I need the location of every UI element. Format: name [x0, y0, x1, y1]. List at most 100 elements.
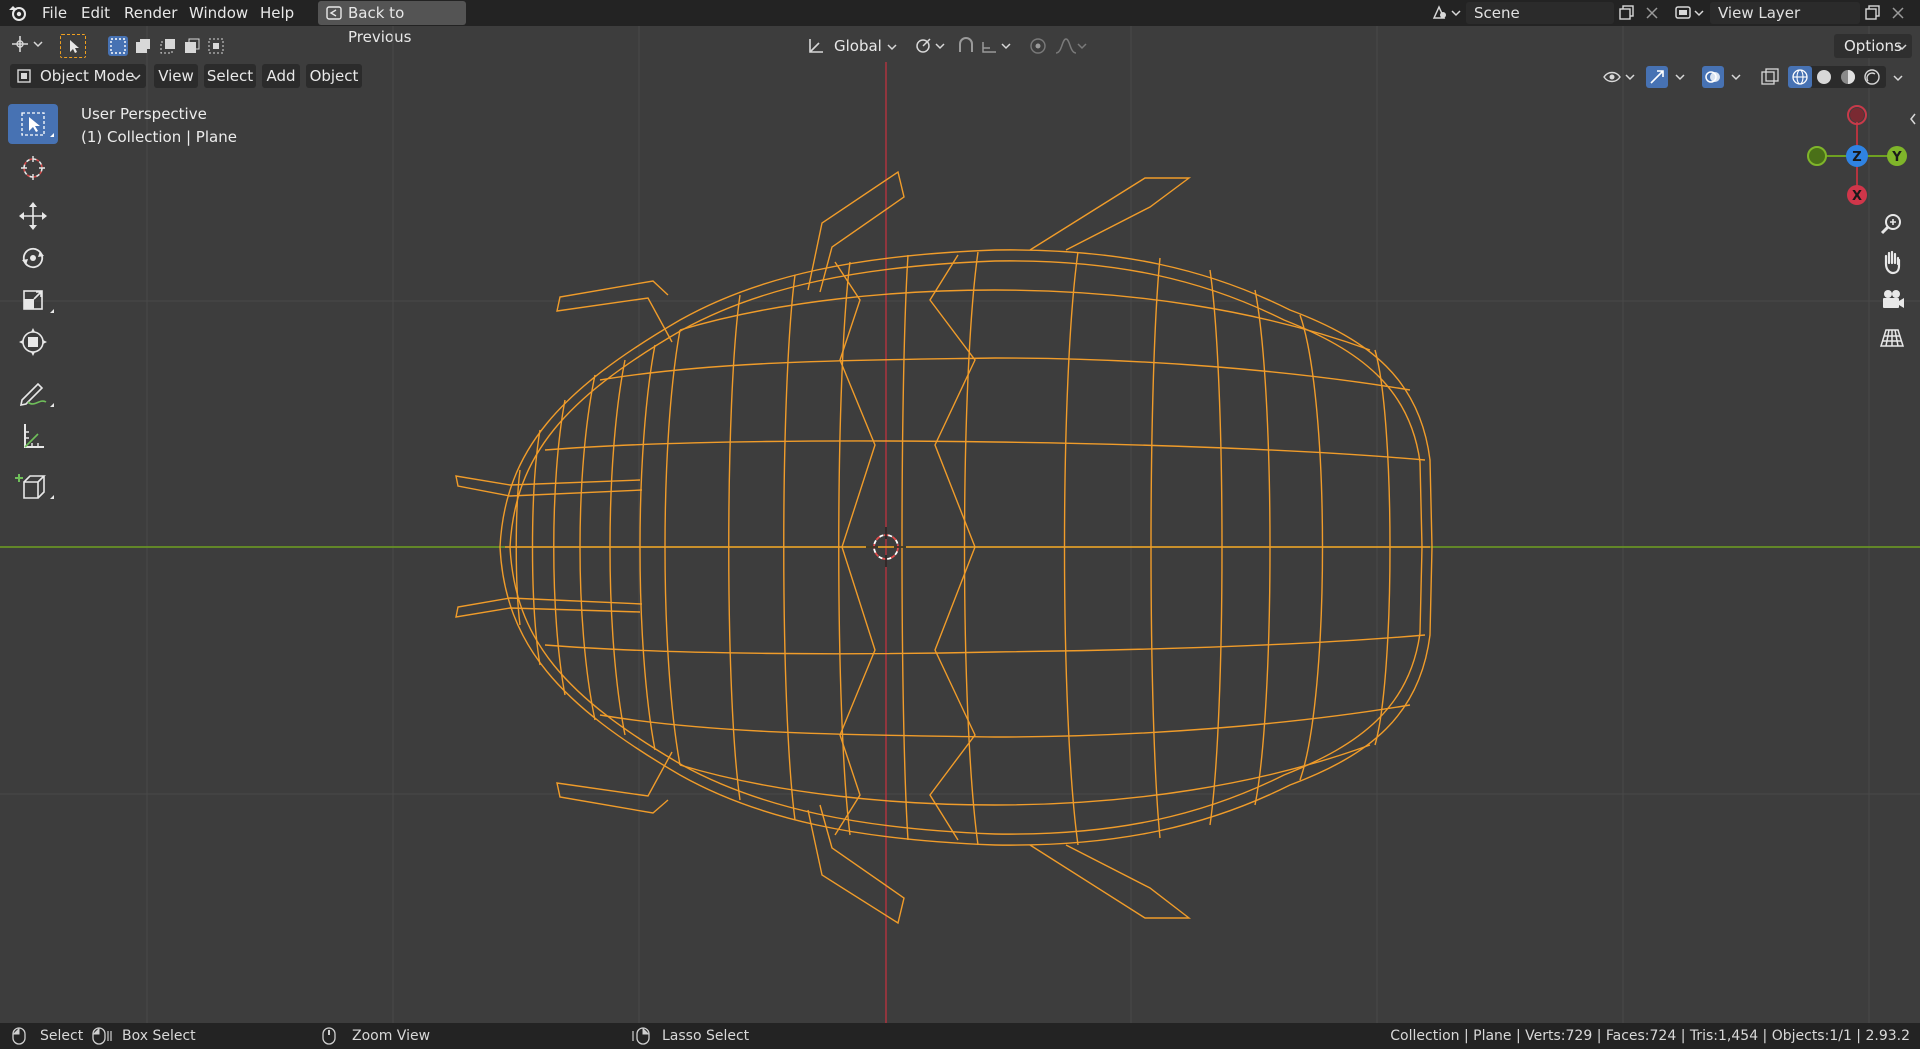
mouse-middle-icon	[322, 1027, 336, 1045]
viewport-menu-view[interactable]: View	[154, 64, 198, 88]
object-mode-label: Object Mode	[40, 67, 135, 85]
xray-toggle-icon[interactable]	[1760, 67, 1780, 87]
back-icon	[326, 6, 342, 20]
menu-help[interactable]: Help	[260, 0, 294, 26]
select-box-tool[interactable]	[8, 104, 58, 144]
tool-settings-bar: Global Options	[0, 32, 1920, 62]
view-perspective-label: User Perspective	[81, 105, 207, 123]
status-bar: Select Box Select Zoom View Lasso Select…	[0, 1023, 1920, 1049]
transform-orientation-icon	[809, 39, 823, 53]
3d-viewport[interactable]	[0, 26, 1920, 1023]
cursor-tool[interactable]	[8, 148, 58, 188]
select-menu-label: Select	[206, 67, 254, 85]
camera-icon	[1883, 290, 1904, 308]
close-scene-icon[interactable]	[1644, 5, 1660, 21]
snap-target-icon[interactable]	[980, 36, 1014, 56]
menu-window[interactable]: Window	[189, 0, 248, 26]
visibility-icon[interactable]	[1602, 68, 1638, 86]
zoom-view-button[interactable]	[1876, 209, 1908, 241]
copy-view-layer-icon[interactable]	[1864, 4, 1882, 22]
viewport-menu-add[interactable]: Add	[262, 64, 300, 88]
view-layer-icon[interactable]	[1674, 4, 1706, 22]
navigation-gizmo[interactable]: Y X Z	[1800, 100, 1910, 210]
viewport-menu-object[interactable]: Object	[306, 64, 362, 88]
mouse-drag-icon	[92, 1027, 112, 1045]
selection-mode-extend-icon[interactable]	[133, 36, 153, 56]
rotate-tool[interactable]	[8, 238, 58, 278]
grid-perspective-icon	[1879, 329, 1905, 347]
select-cursor-icon	[21, 112, 54, 137]
chevron-down-icon	[1897, 44, 1907, 51]
move-tool[interactable]	[8, 196, 58, 236]
annotate-tool[interactable]	[8, 374, 58, 414]
menu-edit[interactable]: Edit	[81, 0, 110, 26]
status-select-hint: Select	[40, 1028, 84, 1044]
editor-type-icon[interactable]	[10, 34, 46, 54]
copy-scene-icon[interactable]	[1618, 4, 1636, 22]
overlays-toggle-icon[interactable]	[1702, 66, 1748, 88]
rendered-shading-icon[interactable]	[1860, 66, 1884, 88]
view-layer-name: View Layer	[1718, 4, 1801, 22]
shading-options-chevron-icon[interactable]	[1892, 73, 1904, 83]
gizmo-z-label: Z	[1852, 150, 1861, 165]
selection-mode-intersect-icon[interactable]	[206, 36, 226, 56]
perspective-toggle-button[interactable]	[1876, 322, 1908, 354]
menu-render[interactable]: Render	[124, 0, 177, 26]
view-layer-field[interactable]: View Layer	[1710, 2, 1860, 24]
status-lasso-select-hint: Lasso Select	[662, 1028, 750, 1044]
proportional-falloff-icon[interactable]	[1054, 36, 1090, 56]
zoom-magnifier-icon	[1880, 214, 1901, 235]
blender-logo-icon[interactable]	[8, 4, 28, 22]
active-tool-select-button[interactable]	[60, 34, 86, 58]
camera-view-button[interactable]	[1876, 284, 1908, 316]
selection-mode-new-icon[interactable]	[108, 36, 128, 56]
3d-cursor-tool-icon	[21, 156, 45, 180]
top-bar: File Edit Render Window Help Back to Pre…	[0, 0, 1920, 46]
material-preview-shading-icon[interactable]	[1836, 66, 1860, 88]
gizmo-y-label: Y	[1891, 150, 1902, 165]
mouse-left-icon	[12, 1027, 26, 1045]
scene-name: Scene	[1474, 4, 1520, 22]
cursor-arrow-icon	[70, 40, 79, 53]
proportional-editing-icon[interactable]	[1028, 36, 1048, 56]
object-mode-icon	[17, 69, 31, 83]
scale-tool[interactable]	[8, 280, 58, 320]
move-arrows-icon	[19, 202, 47, 230]
add-cube-tool[interactable]	[8, 466, 58, 506]
close-view-layer-icon[interactable]	[1890, 5, 1906, 21]
scene-statistics: Collection | Plane | Verts:729 | Faces:7…	[1390, 1028, 1910, 1044]
object-mode-dropdown[interactable]: Object Mode	[10, 64, 146, 88]
back-to-previous-button[interactable]: Back to Previous	[318, 1, 466, 46]
beetle-mesh-wireframe	[455, 170, 1433, 925]
solid-shading-icon[interactable]	[1812, 66, 1836, 88]
hand-icon	[1884, 250, 1901, 275]
selection-mode-subtract-icon[interactable]	[158, 36, 178, 56]
menu-file[interactable]: File	[42, 0, 67, 26]
viewport-menu-select[interactable]: Select	[204, 64, 256, 88]
pan-view-button[interactable]	[1876, 246, 1908, 278]
object-menu-label: Object	[309, 67, 359, 85]
measure-ruler-icon	[24, 424, 44, 448]
transform-tool[interactable]	[8, 322, 58, 362]
status-box-select-hint: Box Select	[122, 1028, 196, 1044]
snap-toggle-icon[interactable]	[956, 36, 976, 56]
options-button[interactable]: Options	[1834, 34, 1912, 58]
view-menu-label: View	[158, 67, 194, 85]
add-cube-icon	[15, 474, 54, 499]
wireframe-shading-icon[interactable]	[1788, 66, 1812, 88]
gizmo-x-label: X	[1852, 189, 1862, 204]
status-zoom-view-hint: Zoom View	[352, 1028, 431, 1044]
chevron-down-icon	[131, 74, 141, 81]
scene-icon[interactable]	[1432, 4, 1462, 22]
transform-icon	[19, 328, 47, 356]
shading-mode-group	[1788, 66, 1886, 88]
gizmo-toggle-icon[interactable]	[1646, 66, 1692, 88]
pivot-point-icon[interactable]	[914, 36, 948, 56]
selection-mode-difference-icon[interactable]	[182, 36, 202, 56]
measure-tool[interactable]	[8, 416, 58, 456]
annotate-pencil-icon	[19, 382, 54, 407]
rotate-icon	[22, 247, 44, 269]
collection-info-label: (1) Collection | Plane	[81, 128, 237, 146]
scale-icon	[23, 290, 54, 313]
scene-field[interactable]: Scene	[1466, 2, 1614, 24]
